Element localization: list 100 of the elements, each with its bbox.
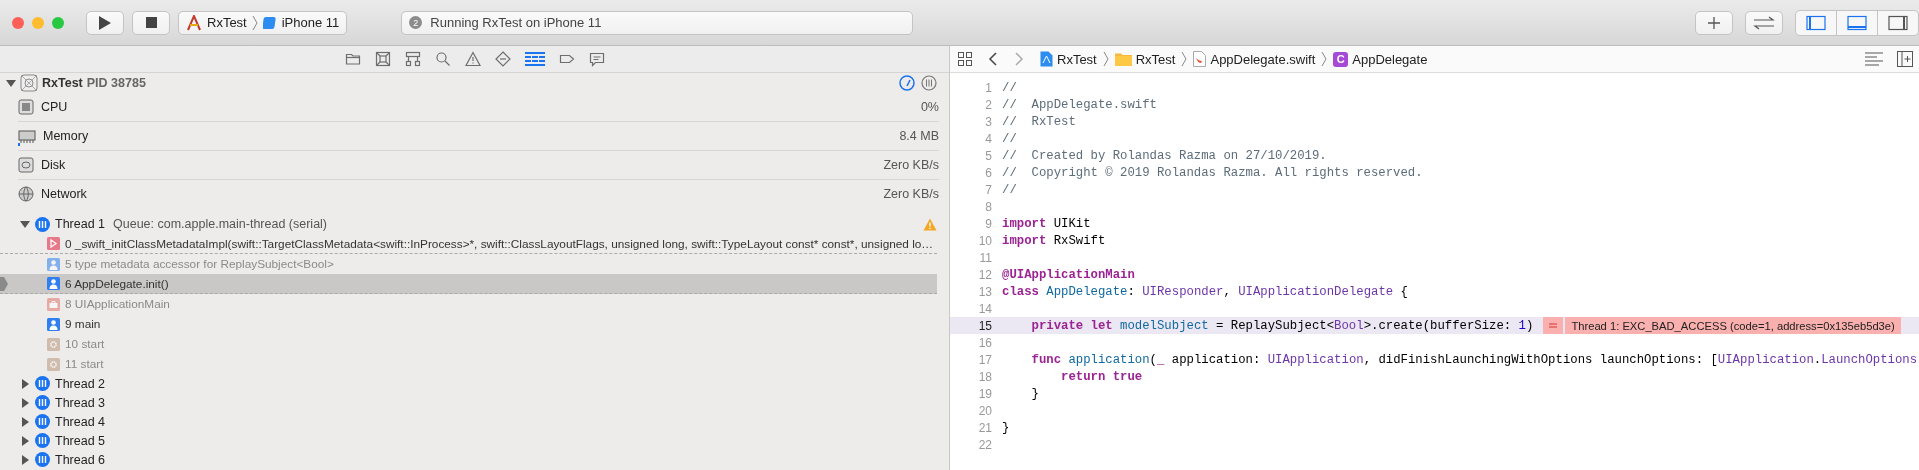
threads-icon[interactable]	[921, 75, 937, 91]
folder-icon[interactable]	[344, 51, 361, 67]
add-editor-icon[interactable]	[1897, 51, 1913, 67]
line-number: 19	[977, 386, 993, 401]
diamond-icon[interactable]	[494, 51, 511, 67]
code-line: return true	[1060, 369, 1143, 384]
scheme-selector[interactable]: RxTest iPhone 11	[178, 10, 348, 35]
app-icon	[186, 14, 202, 31]
line-number: 22	[977, 437, 993, 452]
gauge-label: Disk	[41, 158, 66, 172]
person-icon	[47, 317, 60, 331]
code-line: // RxTest	[1002, 114, 1076, 129]
code-line: }	[1030, 386, 1039, 401]
line-number: 21	[977, 420, 993, 435]
panel-icon	[1847, 14, 1867, 31]
swift-file-icon	[1193, 51, 1207, 67]
gauge-icon[interactable]	[899, 75, 915, 91]
collapse-triangle-icon[interactable]	[20, 219, 30, 229]
code-line: // AppDelegate.swift	[1002, 97, 1157, 112]
code-line: @UIApplicationMain	[1002, 267, 1135, 282]
person-icon	[47, 257, 60, 271]
gear-icon	[47, 357, 60, 371]
review-button[interactable]	[1745, 10, 1783, 35]
grid-icon[interactable]	[524, 51, 545, 67]
thread-queue: Queue: com.apple.main-thread (serial)	[113, 217, 328, 231]
thread-name[interactable]: Thread 6	[55, 452, 106, 467]
chevron-icon	[1321, 52, 1328, 66]
chevron-icon	[251, 15, 258, 30]
code-line: //	[1002, 80, 1017, 95]
code-line: //	[1002, 182, 1017, 197]
path-item[interactable]: RxTest	[1057, 51, 1097, 67]
lines-icon[interactable]	[1865, 52, 1883, 66]
gauge-value: Zero KB/s	[883, 187, 939, 201]
phone-icon	[262, 15, 277, 30]
gauge-label: CPU	[41, 100, 68, 114]
warning-icon[interactable]	[464, 51, 481, 67]
thread-name[interactable]: Thread 5	[55, 433, 106, 448]
gauge-value: 8.4 MB	[899, 129, 939, 143]
close-button[interactable]	[12, 16, 24, 29]
run-button[interactable]	[86, 10, 124, 35]
stack-frame-row[interactable]: 0 _swift_initClassMetadataImpl(swift::TargetClassMetadata<swift::InProcess>*, swift::ClassLayoutFlags, unsigned long, swift::TypeLayout const* const*, unsigned lo…	[0, 234, 937, 254]
line-number: 13	[977, 284, 993, 299]
code-line: // Copyright © 2019 Rolandas Razma. All rights reserved.	[1002, 165, 1423, 180]
project-file-icon	[1040, 51, 1053, 67]
line-number: 3	[984, 114, 993, 129]
error-message: Thread 1: EXC_BAD_ACCESS (code=1, address=0x135eb5d3e)	[1565, 317, 1901, 334]
chevron-icon	[1181, 52, 1188, 66]
chevron-icon	[1102, 52, 1109, 66]
expand-triangle-icon[interactable]	[6, 78, 16, 88]
expand-triangle-icon[interactable]	[20, 397, 30, 408]
expand-triangle-icon[interactable]	[20, 435, 30, 446]
back-icon[interactable]	[988, 52, 998, 66]
process-name: RxTest	[42, 76, 83, 90]
pointer-icon	[0, 277, 8, 291]
speech-bubble-icon[interactable]	[588, 51, 605, 67]
line-number: 14	[977, 301, 993, 316]
stack-frame-row[interactable]: 9 main	[0, 314, 949, 334]
code-line: //	[1002, 131, 1017, 146]
path-item[interactable]: RxTest	[1135, 51, 1176, 67]
line-number: 17	[977, 352, 993, 367]
gauge-label: Memory	[43, 129, 89, 143]
line-number: 1	[984, 80, 993, 95]
thread-name[interactable]: Thread 2	[55, 376, 106, 391]
thread-name[interactable]: Thread 3	[55, 395, 106, 410]
path-item[interactable]: AppDelegate	[1352, 51, 1428, 67]
hierarchy-icon[interactable]	[404, 51, 421, 67]
line-number: 10	[977, 233, 993, 248]
grid-icon[interactable]	[958, 52, 972, 66]
count-badge: 2	[409, 16, 423, 29]
line-number: 5	[984, 148, 993, 163]
path-item[interactable]: AppDelegate.swift	[1210, 51, 1316, 67]
line-number: 12	[977, 267, 993, 282]
class-badge: C	[1333, 51, 1349, 67]
expand-triangle-icon[interactable]	[20, 454, 30, 465]
line-number: 6	[984, 165, 993, 180]
forward-icon[interactable]	[1014, 52, 1024, 66]
code-line: private let modelSubject = ReplaySubject<Bool>.create(bufferSize: 1)	[1030, 318, 1534, 333]
gauge-label: Network	[41, 187, 87, 201]
code-line: func application(_ application: UIApplication, didFinishLaunchingWithOptions launchOptions: [UIApplication.LaunchOptions	[1030, 352, 1918, 367]
square-icon[interactable]	[374, 51, 391, 67]
play-icon	[47, 237, 60, 250]
play-icon	[99, 15, 111, 30]
code-line: }	[1002, 420, 1010, 435]
thread-icon	[35, 452, 50, 467]
thread-icon	[35, 433, 50, 448]
line-number: 9	[984, 216, 993, 231]
expand-triangle-icon[interactable]	[20, 378, 30, 389]
thread-icon	[35, 395, 50, 410]
line-number: 7	[984, 182, 993, 197]
search-icon[interactable]	[434, 51, 451, 67]
stack-frame-row[interactable]: 6 AppDelegate.init()	[0, 274, 937, 294]
folder-icon	[1114, 52, 1132, 66]
thread-name[interactable]: Thread 1	[55, 217, 106, 231]
library-button[interactable]	[1695, 10, 1733, 35]
expand-triangle-icon[interactable]	[20, 416, 30, 427]
thread-name[interactable]: Thread 4	[55, 414, 106, 429]
panel-icon	[1888, 14, 1908, 31]
stop-button[interactable]	[132, 10, 170, 35]
plus-icon	[1708, 16, 1720, 29]
gauge-value: Zero KB/s	[883, 158, 939, 172]
